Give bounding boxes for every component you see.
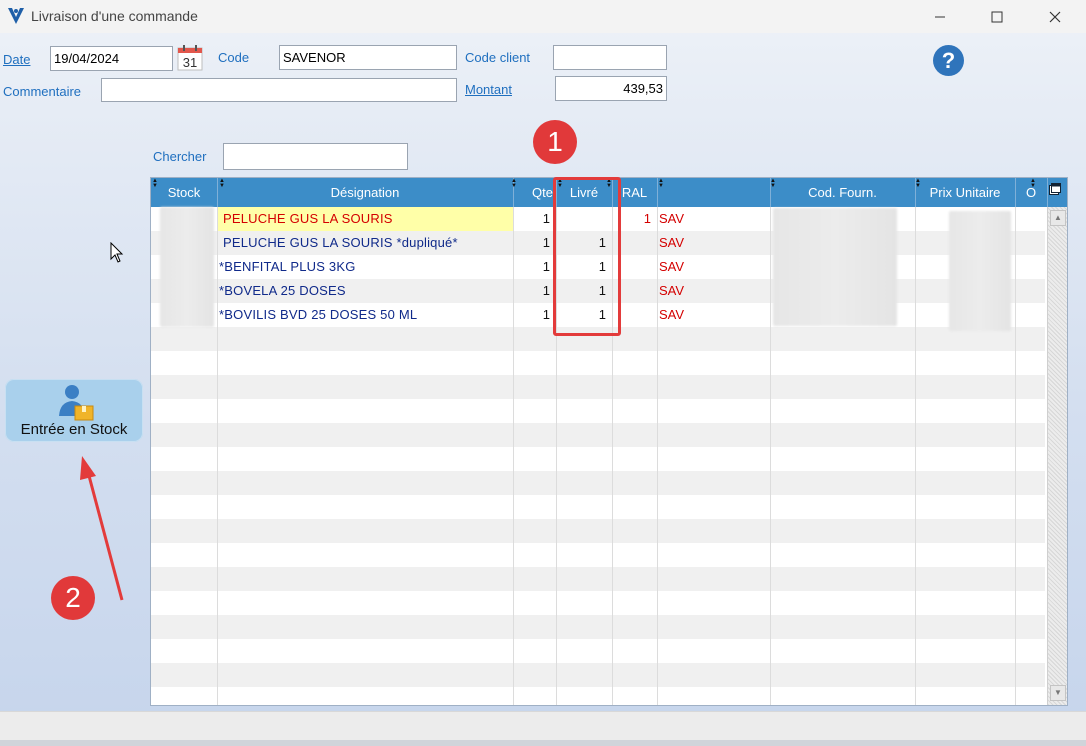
- help-icon[interactable]: ?: [933, 45, 964, 76]
- annotation-marker-2: 2: [51, 576, 95, 620]
- col-header-stock[interactable]: Stock: [151, 178, 217, 207]
- empty-row[interactable]: [151, 615, 1045, 639]
- code-field[interactable]: [279, 45, 457, 70]
- cell-status: SAV: [659, 235, 685, 250]
- calendar-icon[interactable]: 31: [177, 45, 203, 71]
- stock-entry-button[interactable]: Entrée en Stock: [5, 379, 143, 442]
- column-line: [770, 207, 771, 705]
- redacted-stock-values: [160, 207, 214, 327]
- cell-status: SAV: [659, 259, 685, 274]
- cell-designation: *BOVELA 25 DOSES: [219, 283, 346, 298]
- cell-status: SAV: [659, 211, 685, 226]
- column-config-icon[interactable]: [1049, 183, 1061, 195]
- code-client-label: Code client: [465, 50, 531, 65]
- cell-status: SAV: [659, 283, 685, 298]
- empty-row[interactable]: [151, 495, 1045, 519]
- empty-row[interactable]: [151, 639, 1045, 663]
- minimize-button[interactable]: [917, 0, 963, 33]
- empty-row[interactable]: [151, 591, 1045, 615]
- header-separator: [1047, 178, 1048, 207]
- title-bar: Livraison d'une commande: [0, 0, 1086, 33]
- cell-qte: 1: [542, 259, 550, 274]
- col-header-qte[interactable]: Qte: [513, 178, 556, 207]
- stock-entry-label: Entrée en Stock: [20, 421, 128, 438]
- livre-column-highlight: [553, 177, 621, 336]
- col-header-cod-fourn[interactable]: Cod. Fourn.: [770, 178, 915, 207]
- code-label: Code: [218, 50, 250, 65]
- empty-row[interactable]: [151, 567, 1045, 591]
- sort-indicator-icon: ▲ ▼: [219, 178, 225, 189]
- date-label: Date: [3, 52, 31, 67]
- montant-field: [555, 76, 667, 101]
- mouse-cursor-icon: [110, 242, 124, 263]
- header-separator: [1015, 178, 1016, 207]
- status-bar: [0, 711, 1086, 740]
- delivery-window: Livraison d'une commande Date 31 Code Co…: [0, 0, 1086, 740]
- scroll-down-icon[interactable]: ▼: [1050, 685, 1066, 701]
- empty-row[interactable]: [151, 471, 1045, 495]
- date-field[interactable]: [50, 46, 173, 71]
- annotation-marker-1: 1: [533, 120, 577, 164]
- cell-qte: 1: [542, 235, 550, 250]
- commentaire-field[interactable]: [101, 78, 457, 102]
- cell-designation: *BOVILIS BVD 25 DOSES 50 ML: [219, 307, 418, 322]
- minimize-icon: [935, 16, 945, 17]
- column-line: [657, 207, 658, 705]
- vertical-scrollbar[interactable]: ▲ ▼: [1047, 207, 1067, 705]
- scroll-up-icon[interactable]: ▲: [1050, 210, 1066, 226]
- app-logo-icon: [8, 8, 24, 24]
- column-line: [513, 207, 514, 705]
- cell-qte: 1: [542, 307, 550, 322]
- empty-row[interactable]: [151, 663, 1045, 687]
- sort-indicator-icon: ▲ ▼: [658, 178, 664, 189]
- empty-row[interactable]: [151, 375, 1045, 399]
- redacted-supplier-codes: [773, 208, 897, 326]
- cell-qte: 1: [542, 211, 550, 226]
- close-icon: [1049, 11, 1061, 22]
- sort-indicator-icon: ▲ ▼: [770, 178, 776, 189]
- redacted-unit-prices: [949, 211, 1011, 331]
- cell-designation: PELUCHE GUS LA SOURIS *dupliqué*: [223, 235, 458, 250]
- cell-designation: *BENFITAL PLUS 3KG: [219, 259, 356, 274]
- column-line: [217, 207, 218, 705]
- sort-indicator-icon: ▲ ▼: [152, 178, 158, 189]
- col-header-unnamed[interactable]: [657, 178, 770, 207]
- column-line: [915, 207, 916, 705]
- empty-row[interactable]: [151, 447, 1045, 471]
- empty-row[interactable]: [151, 687, 1045, 705]
- commentaire-label: Commentaire: [3, 84, 82, 99]
- search-input[interactable]: [223, 143, 408, 170]
- cell-qte: 1: [542, 283, 550, 298]
- maximize-icon: [991, 11, 1003, 22]
- close-button[interactable]: [1032, 0, 1078, 33]
- col-header-designation[interactable]: Désignation: [217, 178, 513, 207]
- header-separator: [217, 178, 218, 207]
- empty-row[interactable]: [151, 543, 1045, 567]
- cell-status: SAV: [659, 307, 685, 322]
- sort-indicator-icon: ▲ ▼: [1030, 178, 1036, 189]
- empty-row[interactable]: [151, 399, 1045, 423]
- col-header-prix-unitaire[interactable]: Prix Unitaire: [915, 178, 1015, 207]
- empty-row[interactable]: [151, 423, 1045, 447]
- window-title: Livraison d'une commande: [31, 8, 198, 24]
- maximize-button[interactable]: [974, 0, 1020, 33]
- cell-designation: PELUCHE GUS LA SOURIS: [217, 207, 513, 231]
- sort-indicator-icon: ▲ ▼: [915, 178, 921, 189]
- column-line: [1015, 207, 1016, 705]
- calendar-day-text: 31: [183, 55, 197, 70]
- sort-indicator-icon: ▲ ▼: [511, 178, 517, 189]
- empty-row[interactable]: [151, 519, 1045, 543]
- search-label: Chercher: [153, 149, 207, 164]
- stock-entry-icon: [59, 385, 94, 421]
- empty-row[interactable]: [151, 351, 1045, 375]
- montant-label: Montant: [465, 82, 512, 97]
- code-client-field[interactable]: [553, 45, 667, 70]
